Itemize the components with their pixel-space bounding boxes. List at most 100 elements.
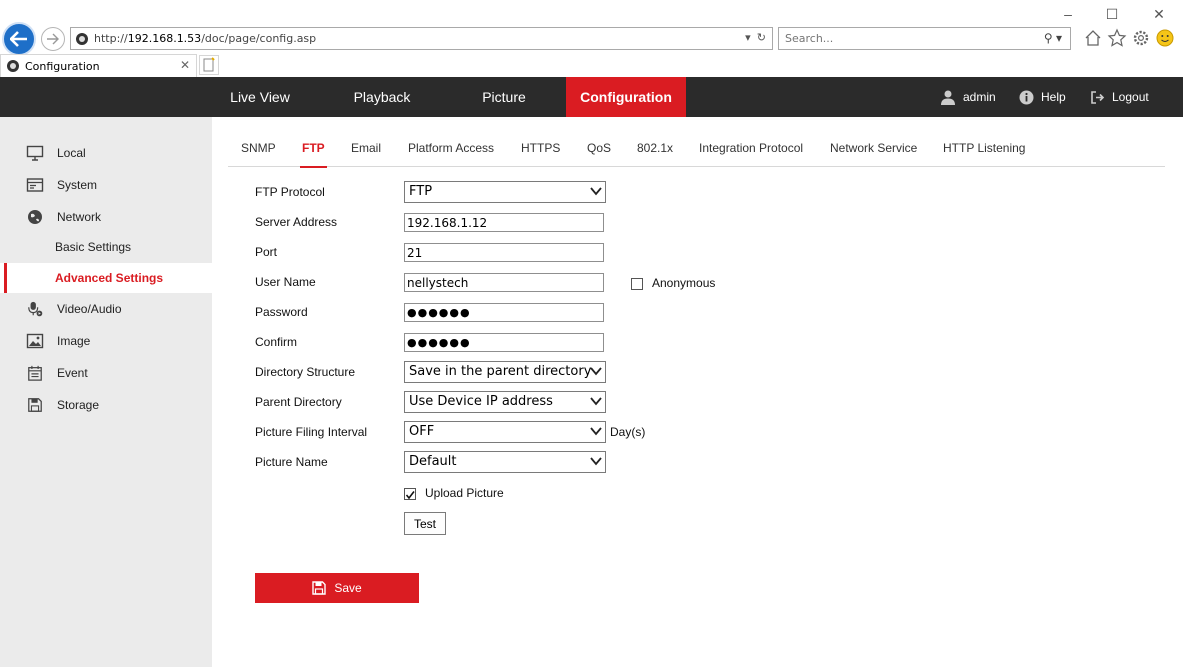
forward-arrow-icon bbox=[47, 33, 59, 45]
checkmark-icon bbox=[405, 491, 415, 500]
sidebar-item-event[interactable]: Event bbox=[0, 358, 212, 388]
port-field[interactable] bbox=[404, 243, 604, 262]
nav-configuration[interactable]: Configuration bbox=[566, 77, 686, 117]
address-bar[interactable]: http://192.168.1.53/doc/page/config.asp … bbox=[70, 27, 773, 50]
chevron-down-icon bbox=[590, 397, 602, 406]
globe-network-icon bbox=[28, 210, 42, 224]
tab-network-service[interactable]: Network Service bbox=[828, 130, 919, 167]
help-link[interactable]: Help bbox=[1019, 77, 1066, 117]
sidebar: Local System Network Basic Settings Adva… bbox=[0, 117, 212, 667]
settings-gear-icon[interactable] bbox=[1131, 28, 1151, 48]
new-tab-button[interactable] bbox=[199, 55, 219, 75]
tab-8021x[interactable]: 802.1x bbox=[635, 130, 675, 167]
picture-name-value: Default bbox=[409, 454, 457, 469]
back-arrow-icon bbox=[10, 31, 27, 47]
directory-structure-select[interactable]: Save in the parent directory bbox=[404, 361, 606, 383]
sidebar-label-network: Network bbox=[57, 210, 102, 224]
browser-search-box[interactable]: ⚲ ▾ bbox=[778, 27, 1071, 50]
sidebar-item-system[interactable]: System bbox=[0, 170, 212, 200]
parent-directory-select[interactable]: Use Device IP address bbox=[404, 391, 606, 413]
nav-live-view[interactable]: Live View bbox=[212, 77, 308, 117]
help-label: Help bbox=[1041, 90, 1066, 104]
app-header: Live View Playback Picture Configuration… bbox=[0, 77, 1183, 117]
picture-name-label: Picture Name bbox=[255, 455, 328, 469]
server-address-field[interactable] bbox=[404, 213, 604, 232]
camera-favicon-icon bbox=[7, 60, 19, 72]
browser-tab-title: Configuration bbox=[25, 60, 100, 73]
picture-filing-interval-value: OFF bbox=[409, 424, 435, 439]
upload-picture-checkbox[interactable] bbox=[404, 488, 416, 500]
logout-link[interactable]: Logout bbox=[1090, 77, 1149, 117]
save-label: Save bbox=[334, 581, 362, 595]
confirm-password-field[interactable] bbox=[404, 333, 604, 352]
picture-filing-interval-select[interactable]: OFF bbox=[404, 421, 606, 443]
browser-search-input[interactable] bbox=[785, 32, 1025, 45]
close-window-icon[interactable]: ✕ bbox=[1147, 4, 1171, 24]
sidebar-item-storage[interactable]: Storage bbox=[0, 390, 212, 420]
new-tab-icon bbox=[203, 57, 215, 72]
tab-https[interactable]: HTTPS bbox=[519, 130, 562, 167]
logout-label: Logout bbox=[1112, 90, 1149, 104]
close-tab-icon[interactable]: ✕ bbox=[180, 58, 190, 72]
network-advanced-tabs: SNMP FTP Email Platform Access HTTPS QoS… bbox=[228, 130, 1165, 168]
user-name-label: User Name bbox=[255, 275, 316, 289]
system-window-icon bbox=[26, 178, 44, 192]
sidebar-item-advanced-settings[interactable]: Advanced Settings bbox=[0, 263, 212, 293]
tab-qos[interactable]: QoS bbox=[585, 130, 613, 167]
forward-button[interactable] bbox=[41, 27, 65, 51]
user-menu[interactable]: admin bbox=[940, 77, 996, 117]
directory-structure-value: Save in the parent directory bbox=[409, 364, 592, 379]
storage-disk-icon bbox=[28, 398, 42, 412]
sidebar-item-image[interactable]: Image bbox=[0, 326, 212, 356]
address-controls[interactable]: ▾ ↻ bbox=[745, 31, 766, 44]
server-address-label: Server Address bbox=[255, 215, 338, 229]
sidebar-item-local[interactable]: Local bbox=[0, 138, 212, 168]
parent-directory-value: Use Device IP address bbox=[409, 394, 553, 409]
sidebar-label-event: Event bbox=[57, 366, 88, 380]
anonymous-checkbox[interactable] bbox=[631, 278, 643, 290]
tab-integration-protocol[interactable]: Integration Protocol bbox=[697, 130, 805, 167]
parent-directory-label: Parent Directory bbox=[255, 395, 342, 409]
sidebar-label-advanced-settings: Advanced Settings bbox=[55, 271, 164, 285]
back-button[interactable] bbox=[2, 22, 36, 56]
test-button[interactable]: Test bbox=[404, 512, 446, 535]
sidebar-item-basic-settings[interactable]: Basic Settings bbox=[0, 232, 212, 262]
tab-ftp[interactable]: FTP bbox=[300, 130, 327, 168]
monitor-icon bbox=[26, 145, 44, 161]
logout-icon bbox=[1091, 90, 1105, 104]
picture-name-select[interactable]: Default bbox=[404, 451, 606, 473]
sidebar-item-video-audio[interactable]: Video/Audio bbox=[0, 294, 212, 324]
ftp-protocol-value: FTP bbox=[409, 184, 433, 199]
sidebar-label-video-audio: Video/Audio bbox=[57, 302, 122, 316]
user-name-field[interactable] bbox=[404, 273, 604, 292]
ftp-protocol-select[interactable]: FTP bbox=[404, 181, 606, 203]
camera-favicon-icon bbox=[76, 33, 88, 45]
user-icon bbox=[941, 90, 955, 105]
tab-http-listening[interactable]: HTTP Listening bbox=[941, 130, 1027, 167]
save-button[interactable]: Save bbox=[255, 573, 419, 603]
nav-playback[interactable]: Playback bbox=[334, 77, 430, 117]
password-field[interactable] bbox=[404, 303, 604, 322]
smiley-feedback-icon[interactable] bbox=[1155, 28, 1175, 48]
tab-snmp[interactable]: SNMP bbox=[239, 130, 278, 167]
search-icon[interactable]: ⚲ ▾ bbox=[1044, 31, 1062, 45]
browser-chrome: – ☐ ✕ http://192.168.1.53/doc/page/confi… bbox=[0, 0, 1183, 77]
minimize-icon[interactable]: – bbox=[1056, 4, 1080, 24]
chevron-down-icon bbox=[590, 187, 602, 196]
tab-platform-access[interactable]: Platform Access bbox=[406, 130, 496, 167]
nav-picture[interactable]: Picture bbox=[456, 77, 552, 117]
home-icon[interactable] bbox=[1083, 28, 1103, 48]
confirm-label: Confirm bbox=[255, 335, 298, 349]
sidebar-label-system: System bbox=[57, 178, 98, 192]
chevron-down-icon bbox=[590, 367, 602, 376]
help-info-icon bbox=[1019, 90, 1034, 104]
sidebar-item-network[interactable]: Network bbox=[0, 202, 212, 232]
favorites-star-icon[interactable] bbox=[1107, 28, 1127, 48]
picture-filing-interval-unit: Day(s) bbox=[610, 425, 646, 439]
sidebar-label-basic-settings: Basic Settings bbox=[55, 240, 132, 254]
browser-tab-configuration[interactable]: Configuration ✕ bbox=[0, 54, 197, 77]
maximize-icon[interactable]: ☐ bbox=[1100, 4, 1124, 24]
sidebar-label-storage: Storage bbox=[57, 398, 100, 412]
url-text: http://192.168.1.53/doc/page/config.asp bbox=[94, 32, 317, 45]
tab-email[interactable]: Email bbox=[349, 130, 383, 167]
